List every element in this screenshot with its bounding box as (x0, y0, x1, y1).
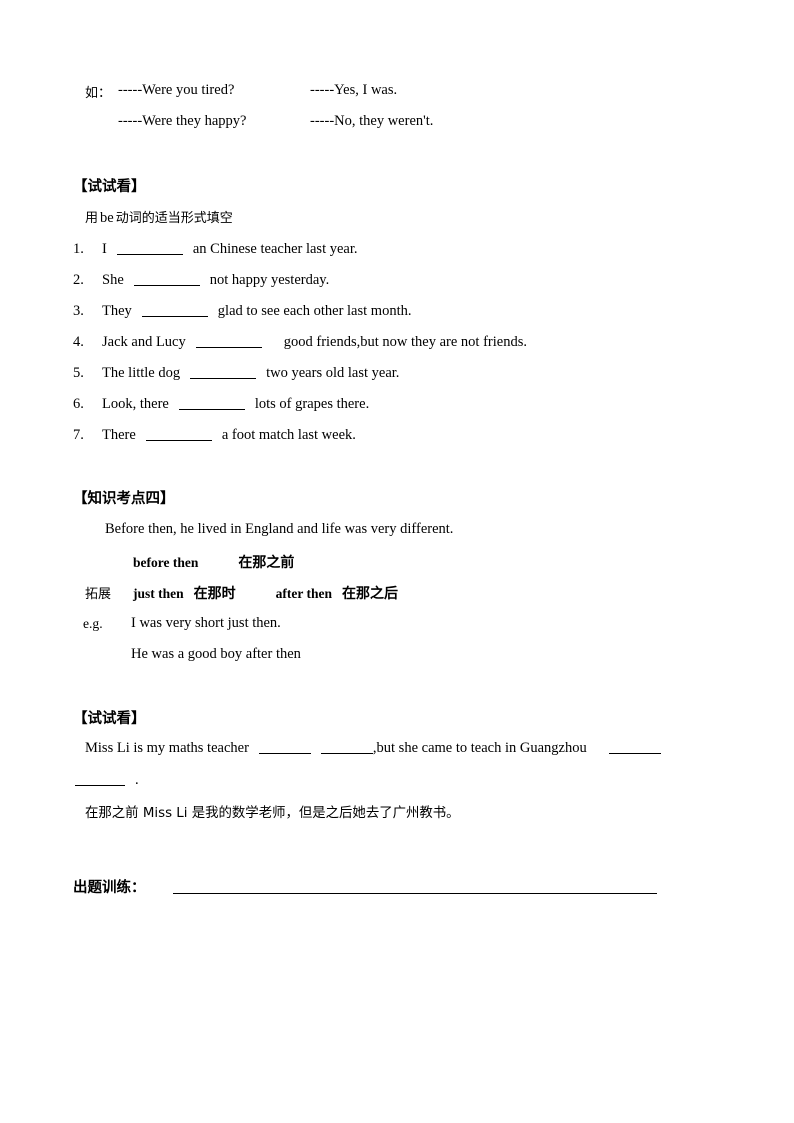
fill-in-blank[interactable] (190, 378, 257, 379)
fill-in-blank[interactable] (133, 285, 200, 286)
fill-in-blank[interactable] (320, 753, 373, 754)
list-item-number: 2. (73, 272, 84, 288)
instruction-suffix: 动词的适当形式填空 (115, 211, 233, 226)
list-item-text-before: Look, there (102, 396, 169, 412)
fill-in-blank[interactable] (75, 785, 125, 786)
phrase-extend-cn-1: 在那时 (193, 586, 236, 602)
sentence-part-1: Miss Li is my maths teacher (85, 740, 249, 756)
knowledge-point-example-sentence: Before then, he lived in England and lif… (105, 521, 454, 537)
list-item-text-before: The little dog (102, 365, 181, 381)
eg-sentence-2: He was a good boy after then (131, 646, 301, 662)
list-item-text-after: glad to see each other last month. (217, 303, 412, 319)
try-it-sentence-2: Miss Li is my maths teacher ,but she came… (85, 740, 661, 757)
phrase-main-row: before then 在那之前 (133, 552, 294, 572)
list-item: Jack and Lucy good friends,but now they a… (102, 334, 527, 351)
list-item-number: 7. (73, 427, 84, 443)
phrase-extend-en-1: just then (133, 586, 184, 601)
knowledge-point-heading: 【知识考点四】 (73, 491, 175, 507)
try-it-translation: 在那之前 Miss Li 是我的数学老师，但是之后她去了广州教书。 (85, 806, 460, 821)
phrase-main-cn: 在那之前 (238, 555, 295, 571)
example-answer-2: -----No, they weren't. (310, 113, 434, 129)
fill-in-blank[interactable] (116, 254, 183, 255)
try-it-heading-2: 【试试看】 (73, 711, 146, 727)
list-item-number: 5. (73, 365, 84, 381)
list-item-number: 1. (73, 241, 84, 257)
phrase-extend-en-2: after then (275, 586, 333, 601)
try-it-instruction-1: 用 be 动词的适当形式填空 (85, 207, 233, 227)
list-item-text-before: There (102, 427, 136, 443)
list-item-text-after: a foot match last week. (221, 427, 356, 443)
example-answer-1: -----Yes, I was. (310, 82, 398, 98)
list-item-text-after: an Chinese teacher last year. (192, 241, 358, 257)
list-item: There a foot match last week. (102, 427, 356, 444)
list-item: The little dog two years old last year. (102, 365, 399, 382)
fill-in-blank[interactable] (145, 440, 212, 441)
fill-in-blank[interactable] (141, 316, 208, 317)
try-it-sentence-2-continued: . (75, 772, 139, 789)
fill-in-blank[interactable] (178, 409, 245, 410)
example-label-row: 如： (85, 82, 111, 102)
list-item-number: 3. (73, 303, 84, 319)
list-item-number: 6. (73, 396, 84, 412)
try-it-heading-1: 【试试看】 (73, 179, 146, 195)
fill-in-blank[interactable] (195, 347, 262, 348)
sentence-part-2: ,but she came to teach in Guangzhou (372, 740, 587, 756)
fill-in-blank[interactable] (258, 753, 311, 754)
eg-label: e.g. (83, 616, 103, 631)
example-question-2: -----Were they happy? (118, 113, 247, 129)
list-item-text-after: two years old last year. (266, 365, 400, 381)
extend-row: 拓展 just then 在那时 after then 在那之后 (85, 583, 398, 603)
list-item-text-before: Jack and Lucy (102, 334, 186, 350)
list-item-number: 4. (73, 334, 84, 350)
instruction-prefix: 用 (85, 211, 99, 226)
exercise-training-blank[interactable] (173, 893, 657, 894)
list-item: Look, there lots of grapes there. (102, 396, 369, 413)
list-item: They glad to see each other last month. (102, 303, 411, 320)
list-item-text-after: lots of grapes there. (254, 396, 370, 412)
sentence-end-punct: . (135, 772, 139, 788)
list-item: She not happy yesterday. (102, 272, 329, 289)
document-page: 如： -----Were you tired? -----Yes, I was.… (0, 0, 794, 1123)
extend-label: 拓展 (85, 587, 112, 602)
list-item: Ian Chinese teacher last year. (102, 241, 358, 258)
list-item-text-after: good friends,but now they are not friend… (283, 334, 527, 350)
fill-in-blank[interactable] (608, 753, 661, 754)
example-label: 如： (85, 86, 112, 101)
phrase-main-en: before then (133, 555, 199, 570)
example-question-1: -----Were you tired? (118, 82, 235, 98)
instruction-keyword: be (100, 210, 114, 226)
list-item-text-before: I (102, 241, 107, 257)
list-item-text-before: She (102, 272, 124, 288)
exercise-training-label: 出题训练： (73, 880, 146, 896)
list-item-text-before: They (102, 303, 132, 319)
eg-sentence-1: I was very short just then. (131, 615, 281, 631)
list-item-text-after: not happy yesterday. (209, 272, 330, 288)
phrase-extend-cn-2: 在那之后 (342, 586, 399, 602)
